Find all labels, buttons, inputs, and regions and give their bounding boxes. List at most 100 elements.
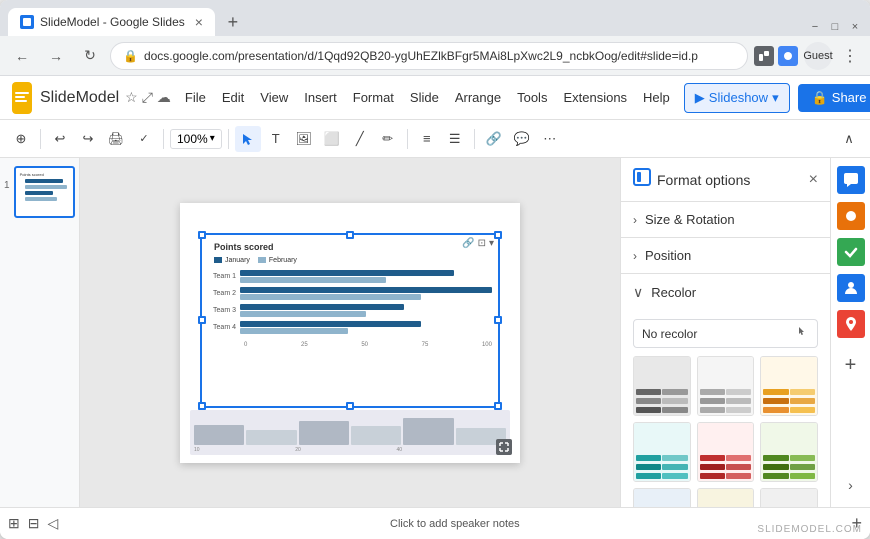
- selection-handle-bl[interactable]: [198, 402, 206, 410]
- speaker-notes-label: Click to add speaker notes: [390, 518, 520, 530]
- toolbar-undo-button[interactable]: ↩: [47, 126, 73, 152]
- minimize-button[interactable]: −: [808, 20, 822, 34]
- selection-handle-mr[interactable]: [494, 316, 502, 324]
- toolbar-link-tool[interactable]: 🔗: [481, 126, 507, 152]
- recolor-option-7[interactable]: [633, 488, 691, 507]
- recolor-option-1[interactable]: [633, 356, 691, 416]
- team2-bars: [240, 287, 492, 300]
- menu-file[interactable]: File: [179, 86, 212, 109]
- sidebar-icon-chat[interactable]: [837, 166, 865, 194]
- ext-icon-1[interactable]: [754, 46, 774, 66]
- move-icon[interactable]: ⤢: [142, 89, 153, 106]
- menu-extensions[interactable]: Extensions: [557, 86, 633, 109]
- toolbar-plus-button[interactable]: ⊕: [8, 126, 34, 152]
- toolbar-cursor-tool[interactable]: [235, 126, 261, 152]
- selection-handle-ml[interactable]: [198, 316, 206, 324]
- toolbar-line-tool[interactable]: ╱: [347, 126, 373, 152]
- list-view-icon[interactable]: ⊟: [28, 515, 40, 532]
- zoom-control[interactable]: 100% ▾: [170, 129, 222, 149]
- recolor-title: Recolor: [651, 285, 696, 300]
- canvas-area[interactable]: Points scored January February: [80, 158, 620, 507]
- sidebar-icon-shapes[interactable]: [837, 202, 865, 230]
- slideshow-button[interactable]: ▶ Slideshow ▾: [684, 83, 790, 113]
- expand-button[interactable]: [496, 439, 512, 455]
- toolbar-scribble-tool[interactable]: ✏: [375, 126, 401, 152]
- selection-handle-tr[interactable]: [494, 231, 502, 239]
- toolbar-redo-button[interactable]: ↪: [75, 126, 101, 152]
- recolor-header[interactable]: ∨ Recolor: [621, 274, 830, 311]
- team4-bar-feb: [240, 328, 348, 334]
- ext-icon-2[interactable]: [778, 46, 798, 66]
- grid-view-icon[interactable]: ⊞: [8, 515, 20, 532]
- maximize-button[interactable]: □: [828, 20, 842, 34]
- recolor-option-6[interactable]: [760, 422, 818, 482]
- active-tab[interactable]: SlideModel - Google Slides ×: [8, 8, 215, 36]
- reload-button[interactable]: ↻: [76, 42, 104, 70]
- selection-handle-bc[interactable]: [346, 402, 354, 410]
- recolor-option-8[interactable]: [697, 488, 755, 507]
- recolor-option-2[interactable]: [697, 356, 755, 416]
- menu-help[interactable]: Help: [637, 86, 676, 109]
- team1-label: Team 1: [208, 273, 236, 280]
- selection-handle-tc[interactable]: [346, 231, 354, 239]
- no-recolor-dropdown[interactable]: No recolor: [633, 319, 818, 348]
- recolor-option-4[interactable]: [633, 422, 691, 482]
- selection-handle-br[interactable]: [494, 402, 502, 410]
- cloud-icon[interactable]: ☁: [157, 89, 171, 106]
- menu-arrange[interactable]: Arrange: [449, 86, 507, 109]
- sidebar-icon-check[interactable]: [837, 238, 865, 266]
- sidebar-icon-person[interactable]: [837, 274, 865, 302]
- menu-format[interactable]: Format: [347, 86, 400, 109]
- lock-icon: 🔒: [123, 49, 138, 63]
- sidebar-icon-location[interactable]: [837, 310, 865, 338]
- chart-menu-icon[interactable]: ▾: [489, 238, 494, 249]
- recolor-option-9[interactable]: ■■■■: [760, 488, 818, 507]
- bc-x-axis: 10 20 40 100: [194, 447, 506, 453]
- close-window-button[interactable]: ×: [848, 20, 862, 34]
- main-content: 1 Points scored: [0, 158, 870, 507]
- menu-edit[interactable]: Edit: [216, 86, 250, 109]
- toolbar-more-button[interactable]: ⋯: [537, 126, 563, 152]
- toolbar-list-tool[interactable]: ☰: [442, 126, 468, 152]
- url-bar[interactable]: 🔒 docs.google.com/presentation/d/1Qqd92Q…: [110, 42, 748, 70]
- sidebar-expand-button[interactable]: ›: [848, 477, 853, 495]
- slideshow-icon: ▶: [695, 90, 705, 106]
- selection-handle-tl[interactable]: [198, 231, 206, 239]
- menu-insert[interactable]: Insert: [298, 86, 343, 109]
- bottom-center: Click to add speaker notes: [58, 518, 851, 530]
- menu-tools[interactable]: Tools: [511, 86, 553, 109]
- team2-label: Team 2: [208, 290, 236, 297]
- size-rotation-section: › Size & Rotation: [621, 202, 830, 238]
- toolbar-collapse-button[interactable]: ∧: [836, 126, 862, 152]
- panel-toggle-icon[interactable]: ◁: [47, 515, 58, 532]
- position-header[interactable]: › Position: [621, 238, 830, 273]
- slide-thumbnail-1[interactable]: Points scored: [14, 166, 75, 218]
- recolor-option-5[interactable]: [697, 422, 755, 482]
- forward-button[interactable]: →: [42, 42, 70, 70]
- back-button[interactable]: ←: [8, 42, 36, 70]
- toolbar-text-tool[interactable]: T: [263, 126, 289, 152]
- tab-close-button[interactable]: ×: [195, 14, 203, 30]
- profile-button[interactable]: Guest: [804, 42, 832, 70]
- chart-link-icon[interactable]: 🔗: [462, 238, 474, 249]
- bc-bar-4: [351, 426, 401, 444]
- toolbar-align-tool[interactable]: ≡: [414, 126, 440, 152]
- chart-expand-icon[interactable]: ⊡: [478, 238, 486, 249]
- toolbar-print-button[interactable]: 🖨: [103, 126, 129, 152]
- toolbar-spell-button[interactable]: ✓: [131, 126, 157, 152]
- format-options-close-button[interactable]: ×: [809, 171, 818, 189]
- recolor-option-3[interactable]: [760, 356, 818, 416]
- star-icon[interactable]: ☆: [125, 89, 138, 106]
- chart-row-team3: Team 3: [208, 304, 492, 317]
- menu-view[interactable]: View: [254, 86, 294, 109]
- toolbar-comment-tool[interactable]: 💬: [509, 126, 535, 152]
- toolbar-image-tool[interactable]: 🖼: [291, 126, 317, 152]
- toolbar-shape-tool[interactable]: ⬜: [319, 126, 345, 152]
- menu-slide[interactable]: Slide: [404, 86, 445, 109]
- new-tab-button[interactable]: +: [219, 8, 247, 36]
- size-rotation-header[interactable]: › Size & Rotation: [621, 202, 830, 237]
- share-button[interactable]: 🔒 Share: [798, 84, 870, 112]
- browser-menu-button[interactable]: ⋮: [838, 46, 862, 66]
- team4-bar-jan: [240, 321, 421, 327]
- sidebar-add-button[interactable]: +: [845, 354, 857, 377]
